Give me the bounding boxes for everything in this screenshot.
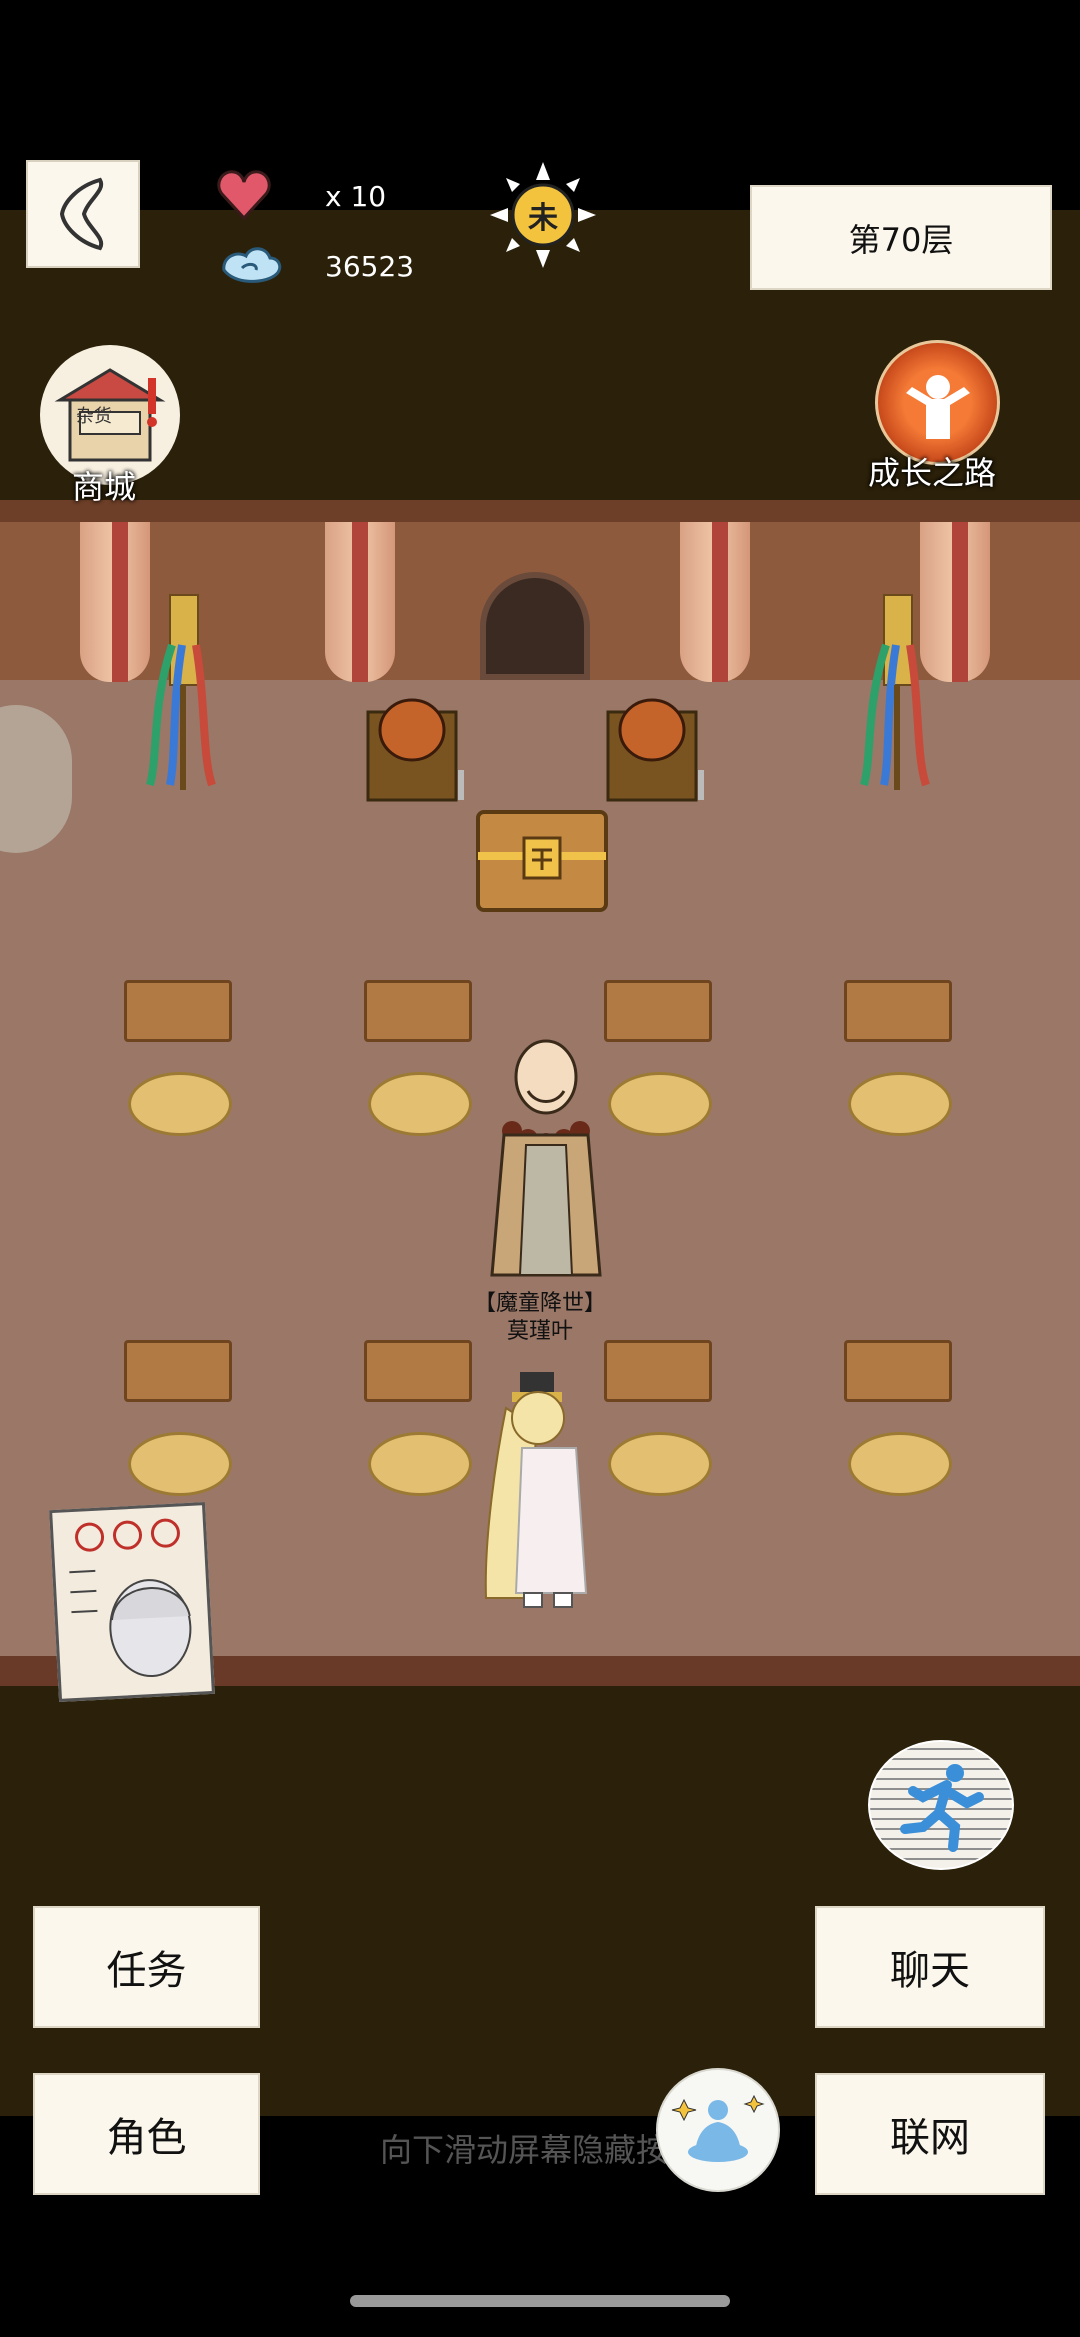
tasks-button[interactable]: 任务 xyxy=(33,1906,260,2028)
pillar xyxy=(952,522,968,682)
meditation-cushion xyxy=(128,1072,232,1136)
shop-sign: 杂货 xyxy=(76,406,112,427)
monk-npc[interactable] xyxy=(486,1035,606,1284)
pillar xyxy=(112,522,128,682)
spirit-cloud-icon xyxy=(218,240,284,294)
npc-name: 莫瑾叶 xyxy=(506,1319,573,1344)
growth-path-button[interactable] xyxy=(875,340,1000,465)
meditation-cushion xyxy=(608,1072,712,1136)
study-desk xyxy=(364,1340,472,1402)
round-door[interactable] xyxy=(480,572,590,680)
back-arrow-icon xyxy=(59,177,104,251)
back-button[interactable] xyxy=(26,160,140,268)
study-desk xyxy=(844,1340,952,1402)
meditate-button[interactable] xyxy=(656,2068,780,2192)
heart-icon xyxy=(216,168,272,226)
treasure-chest[interactable] xyxy=(474,808,610,918)
meditation-cushion xyxy=(608,1432,712,1496)
coins-count: 36523 xyxy=(325,250,415,283)
running-figure-icon xyxy=(900,1764,984,1852)
swipe-hint-text: 向下滑动屏幕隐藏按钮 xyxy=(379,2131,700,2169)
time-sun-icon[interactable]: 未 xyxy=(488,160,598,270)
growth-figure-icon xyxy=(905,374,970,439)
room-wall-trim xyxy=(0,500,1080,522)
meditation-figure-icon xyxy=(671,2094,765,2162)
pillar xyxy=(352,522,368,682)
throne-left xyxy=(362,690,472,809)
meditation-cushion xyxy=(128,1432,232,1496)
throne-right xyxy=(602,690,712,809)
pillar xyxy=(712,522,728,682)
study-desk xyxy=(604,1340,712,1402)
study-desk xyxy=(844,980,952,1042)
npc-title: 【魔童降世】 xyxy=(473,1291,606,1316)
study-desk xyxy=(124,1340,232,1402)
hearts-count: x 10 xyxy=(325,180,387,213)
player-character[interactable] xyxy=(476,1368,606,1617)
chat-button[interactable]: 聊天 xyxy=(815,1906,1045,2028)
prayer-banner-right xyxy=(856,585,936,799)
meditation-cushion xyxy=(848,1432,952,1496)
growth-path-label: 成长之路 xyxy=(868,454,997,492)
meditation-cushion xyxy=(368,1432,472,1496)
wanted-poster-card[interactable] xyxy=(49,1502,215,1702)
home-indicator[interactable] xyxy=(350,2295,730,2307)
meditation-cushion xyxy=(848,1072,952,1136)
floor-indicator: 第70层 xyxy=(750,185,1052,290)
study-desk xyxy=(124,980,232,1042)
time-glyph: 未 xyxy=(528,201,558,236)
run-toggle-button[interactable] xyxy=(868,1740,1014,1870)
study-desk xyxy=(364,980,472,1042)
shop-label: 商城 xyxy=(72,468,137,506)
meditation-cushion xyxy=(368,1072,472,1136)
study-desk xyxy=(604,980,712,1042)
prayer-banner-left xyxy=(142,585,222,799)
npc-title-label: 【魔童降世】 莫瑾叶 xyxy=(465,1290,615,1346)
